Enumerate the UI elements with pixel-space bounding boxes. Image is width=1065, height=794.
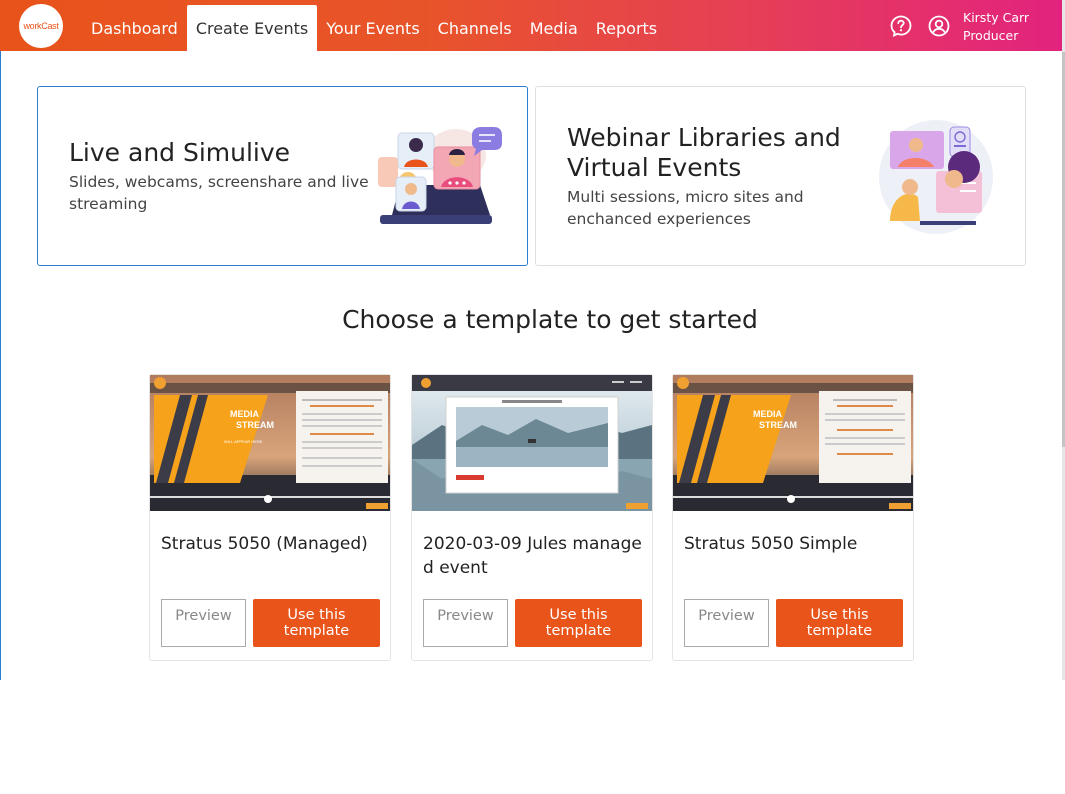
use-template-button[interactable]: Use this template [776,599,903,647]
event-type-description: Slides, webcams, screenshare and live st… [69,173,369,213]
help-icon[interactable] [889,14,913,38]
content-border [0,51,1,680]
template-card: MEDIA STREAM WILL APPEAR HERE Stratus 50… [149,374,391,661]
preview-button[interactable]: Preview [684,599,769,647]
svg-text:STREAM: STREAM [759,420,797,430]
use-template-button[interactable]: Use this template [515,599,642,647]
event-type-title: Webinar Libraries and Virtual Events [567,123,841,182]
event-type-description: Multi sessions, micro sites and enchance… [567,188,804,228]
top-nav-bar: workCast Dashboard Create Events Your Ev… [0,0,1062,51]
event-type-title: Live and Simulive [69,138,291,167]
event-type-webinar-libraries-card[interactable]: Webinar Libraries and Virtual Events Mul… [535,86,1026,266]
nav-channels[interactable]: Channels [429,5,521,51]
svg-text:STREAM: STREAM [236,420,274,430]
user-name: Kirsty Carr [963,10,1030,25]
workcast-logo[interactable]: workCast [19,4,63,48]
template-card: 2020-03-09 Jules manage d event Preview … [411,374,653,661]
preview-button[interactable]: Preview [161,599,246,647]
template-name: Stratus 5050 (Managed) [161,534,368,554]
live-webcam-illustration [378,127,502,224]
template-card: MEDIA STREAM Stratus 5050 Simple Preview… [672,374,914,661]
main-nav: Dashboard Create Events Your Events Chan… [82,5,666,51]
nav-reports[interactable]: Reports [587,5,666,51]
nav-your-events[interactable]: Your Events [317,5,428,51]
virtual-events-illustration [879,120,993,234]
nav-dashboard[interactable]: Dashboard [82,5,187,51]
nav-media[interactable]: Media [521,5,587,51]
template-thumbnail[interactable]: MEDIA STREAM [673,375,913,511]
preview-button[interactable]: Preview [423,599,508,647]
svg-text:MEDIA: MEDIA [753,409,783,419]
nav-create-events[interactable]: Create Events [186,5,318,51]
template-name: Stratus 5050 Simple [684,534,858,554]
templates-heading: Choose a template to get started [342,305,758,334]
event-type-live-simulive-card[interactable]: Live and Simulive Slides, webcams, scree… [37,86,528,266]
user-account-icon[interactable] [927,14,951,38]
svg-text:WILL APPEAR HERE: WILL APPEAR HERE [224,439,263,444]
template-name: 2020-03-09 Jules manage d event [423,534,642,578]
user-info[interactable]: Kirsty Carr Producer [963,9,1029,45]
template-thumbnail[interactable] [412,375,652,511]
logo-text: workCast [23,21,59,31]
use-template-button[interactable]: Use this template [253,599,380,647]
template-thumbnail[interactable]: MEDIA STREAM WILL APPEAR HERE [150,375,390,511]
user-role: Producer [963,28,1019,43]
thumb-overlay-text: MEDIA [230,409,260,419]
